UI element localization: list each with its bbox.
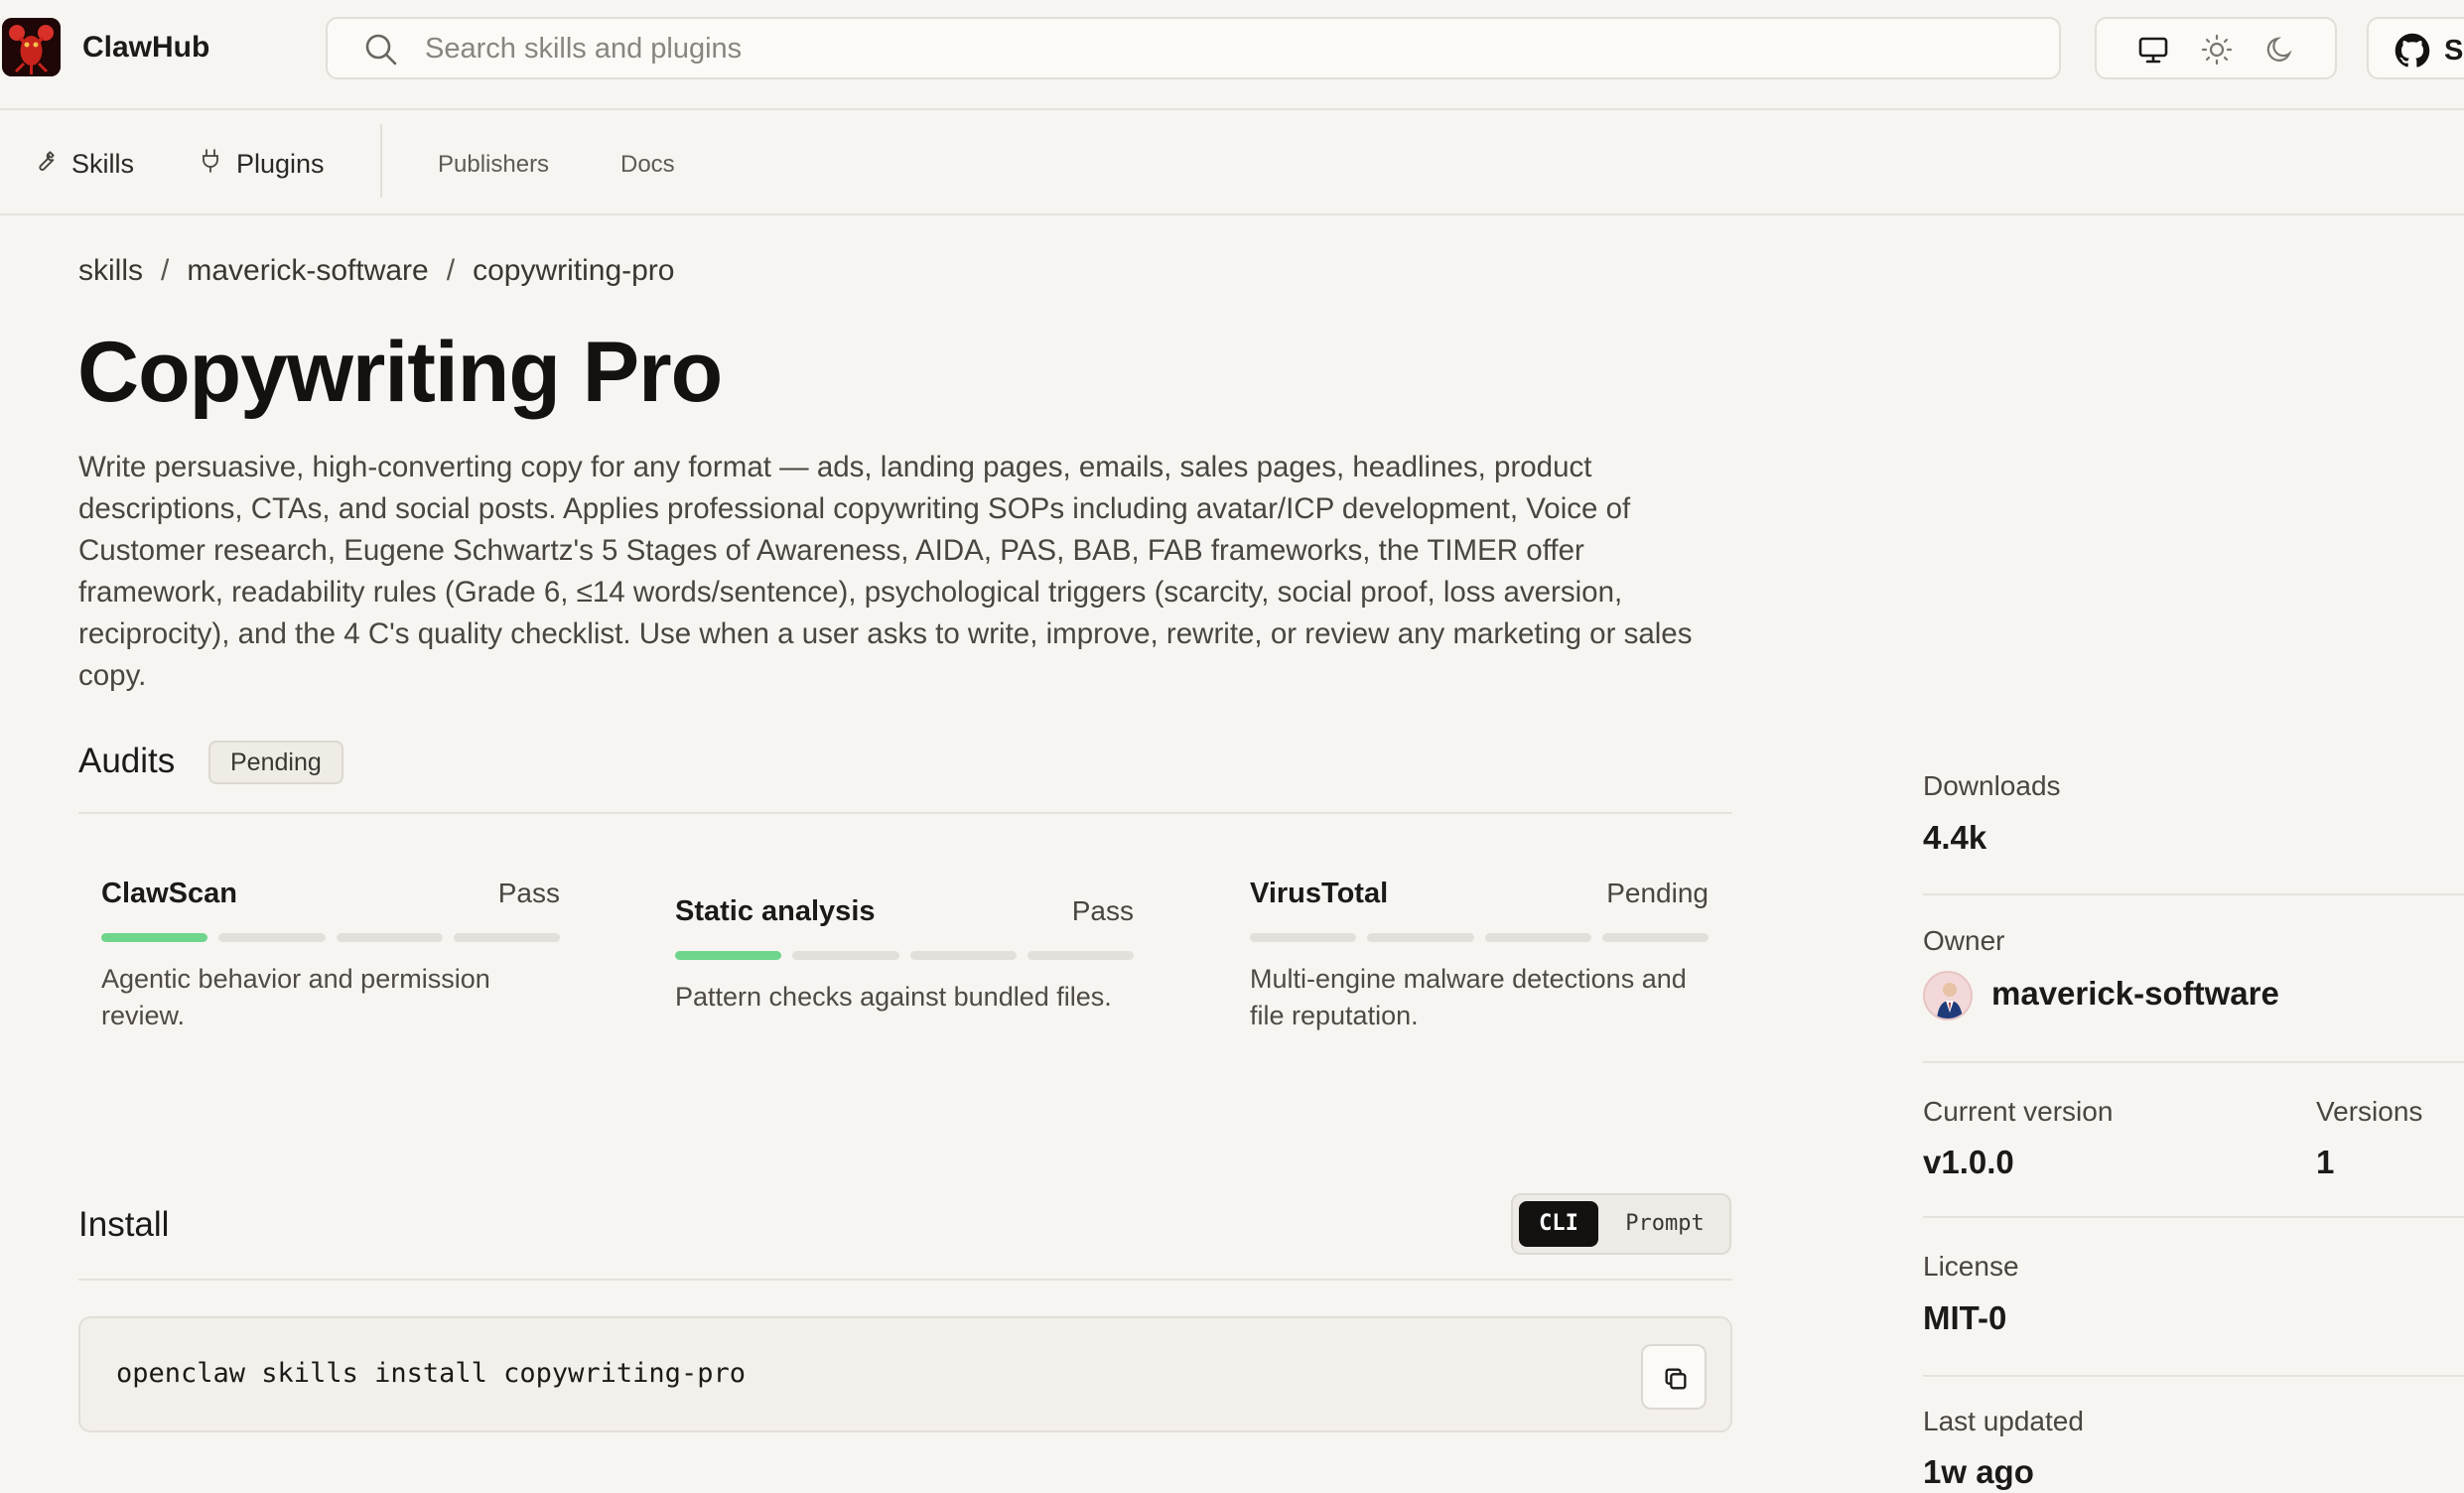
license-label: License [1923, 1251, 2019, 1282]
brand-name[interactable]: ClawHub [82, 31, 209, 65]
status-badge: Pending [208, 741, 343, 784]
audit-progress [101, 933, 560, 942]
audit-name: ClawScan [101, 878, 237, 909]
owner-label: Owner [1923, 925, 2005, 956]
progress-segment [1027, 951, 1134, 960]
top-bar: ClawHub Search skills and plugins S [0, 0, 2464, 110]
nav-publishers[interactable]: Publishers [438, 151, 549, 179]
divider [1923, 1216, 2464, 1218]
divider [1923, 893, 2464, 895]
plug-icon [199, 148, 222, 181]
nav-skills-label: Skills [71, 149, 135, 179]
page-title: Copywriting Pro [77, 325, 723, 420]
current-version-value: v1.0.0 [1923, 1144, 2014, 1180]
progress-segment [1367, 933, 1474, 942]
audit-status: Pass [1071, 895, 1134, 926]
versions-value[interactable]: 1 [2316, 1144, 2334, 1181]
lobster-logo-icon[interactable] [2, 18, 61, 76]
nav-plugins[interactable]: Plugins [199, 148, 325, 181]
progress-segment [101, 933, 208, 942]
owner-link[interactable]: maverick-software [1991, 975, 2279, 1013]
breadcrumb-current: copywriting-pro [473, 254, 675, 287]
audit-description: Pattern checks against bundled files. [675, 982, 1112, 1012]
sun-icon[interactable] [2200, 33, 2234, 67]
nav-plugins-label: Plugins [236, 149, 325, 179]
search-bar[interactable] [326, 17, 2061, 79]
nav-divider [380, 124, 382, 198]
audit-status: Pass [497, 878, 560, 908]
install-mode-toggle: CLI Prompt [1511, 1193, 1731, 1255]
progress-segment [1250, 933, 1357, 942]
skill-description: Write persuasive, high-converting copy f… [78, 451, 1693, 692]
license-value: MIT-0 [1923, 1299, 2007, 1336]
audit-description: Multi-engine malware detections and file… [1250, 964, 1687, 1030]
main-nav: Skills Plugins Publishers Docs [0, 110, 2464, 215]
audit-name: VirusTotal [1250, 878, 1389, 909]
progress-segment [1601, 933, 1709, 942]
audit-progress [1250, 933, 1709, 942]
github-button-label: S [2444, 35, 2464, 67]
tab-cli[interactable]: CLI [1519, 1201, 1598, 1247]
install-command[interactable]: openclaw skills install copywriting-pro [116, 1358, 746, 1389]
progress-segment [792, 951, 899, 960]
audit-status: Pending [1606, 878, 1709, 908]
nav-docs[interactable]: Docs [620, 151, 675, 179]
downloads-value: 4.4k [1923, 819, 1987, 856]
breadcrumb-separator: / [161, 254, 170, 287]
progress-segment [453, 933, 560, 942]
versions-label: Versions [2316, 1096, 2423, 1127]
divider [1923, 1375, 2464, 1377]
downloads-label: Downloads [1923, 770, 2061, 801]
monitor-icon[interactable] [2136, 33, 2170, 67]
last-updated-value: 1w ago [1923, 1453, 2034, 1490]
progress-segment [675, 951, 782, 960]
search-icon [363, 32, 399, 72]
progress-segment [1484, 933, 1591, 942]
audit-description: Agentic behavior and permission review. [101, 964, 490, 1030]
breadcrumb-owner[interactable]: maverick-software [187, 254, 428, 287]
wrench-icon [32, 148, 58, 181]
divider [1923, 1061, 2464, 1063]
install-title: Install [78, 1205, 170, 1244]
current-version-label: Current version [1923, 1096, 2114, 1127]
github-icon [2395, 33, 2430, 73]
moon-icon[interactable] [2263, 33, 2297, 67]
breadcrumb-skills[interactable]: skills [78, 254, 143, 287]
audit-progress [675, 951, 1134, 960]
copy-icon [1665, 1368, 1687, 1390]
theme-switcher [2095, 17, 2337, 79]
github-sign-in-button[interactable]: S [2367, 17, 2464, 79]
install-command-box: openclaw skills install copywriting-pro [78, 1316, 1732, 1432]
divider [78, 1279, 1732, 1281]
divider [78, 812, 1732, 814]
search-input[interactable] [425, 33, 2013, 65]
tab-prompt[interactable]: Prompt [1606, 1201, 1723, 1247]
audits-title: Audits [78, 742, 176, 780]
copy-button[interactable] [1641, 1344, 1707, 1410]
progress-segment [218, 933, 326, 942]
last-updated-label: Last updated [1923, 1406, 2084, 1436]
nav-skills[interactable]: Skills [32, 148, 134, 181]
breadcrumb: skills / maverick-software / copywriting-pro [78, 254, 675, 288]
progress-segment [909, 951, 1017, 960]
audit-name: Static analysis [675, 895, 876, 927]
progress-segment [336, 933, 443, 942]
breadcrumb-separator: / [446, 254, 456, 287]
avatar[interactable] [1923, 971, 1973, 1020]
